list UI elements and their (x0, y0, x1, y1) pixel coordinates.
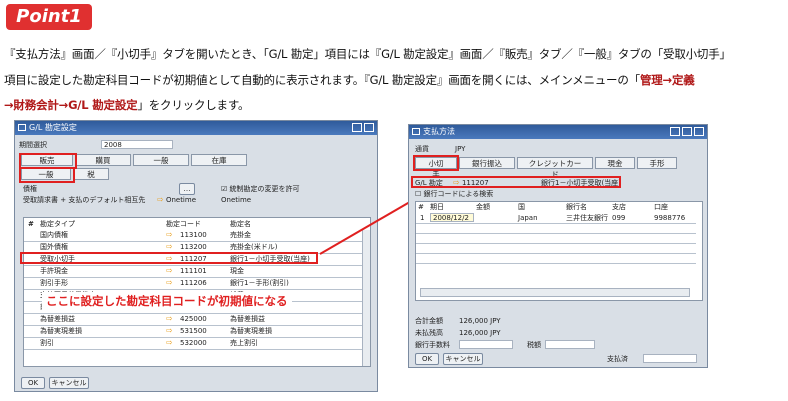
grid-divider (416, 223, 696, 224)
highlight-check-tab (413, 155, 459, 171)
ok-button[interactable]: OK (415, 353, 439, 365)
grid-cell-branch[interactable]: 099 (612, 214, 625, 222)
tab-bank-transfer[interactable]: 銀行振込 (459, 157, 515, 169)
paid-label: 支払済 (607, 355, 628, 363)
grid-cell-num: 1 (420, 214, 425, 222)
fee-field[interactable] (459, 340, 513, 349)
currency-label: 通貨 (415, 145, 429, 153)
tab-bill[interactable]: 手形 (637, 157, 677, 169)
grid-divider (416, 253, 696, 254)
due-label: 未払残高 (415, 329, 443, 337)
grid-cell-country[interactable]: Japan (518, 214, 538, 222)
currency-value: JPY (455, 145, 466, 153)
tab-credit-card[interactable]: クレジットカード (517, 157, 593, 179)
tab-cash[interactable]: 現金 (595, 157, 635, 169)
check-grid: # 期日 金額 国 銀行名 支店 口座 1 2008/12/2 Japan 三井… (415, 201, 703, 301)
grid-header-amount: 金額 (476, 203, 490, 211)
grid-divider (416, 233, 696, 234)
close-icon[interactable] (694, 127, 704, 136)
total-value: 126,000 JPY (459, 317, 501, 325)
grid-cell-date[interactable]: 2008/12/2 (430, 213, 474, 222)
grid-divider (416, 263, 696, 264)
grid-header-bank: 銀行名 (566, 203, 587, 211)
tax-label: 税額 (527, 341, 541, 349)
grid-header-country: 国 (518, 203, 525, 211)
bank-search-label: 銀行コードによる検索 (423, 190, 494, 198)
paid-field[interactable] (643, 354, 697, 363)
bank-search-checkbox[interactable]: ☐ 銀行コードによる検索 (415, 190, 493, 198)
grid-header-branch: 支店 (612, 203, 626, 211)
window-title: 支払方法 (423, 127, 455, 136)
minimize-icon[interactable] (670, 127, 680, 136)
grid-divider (416, 243, 696, 244)
due-value: 126,000 JPY (459, 329, 501, 337)
tax-field[interactable] (545, 340, 595, 349)
maximize-icon[interactable] (682, 127, 692, 136)
window-titlebar: 支払方法 (409, 125, 707, 139)
grid-header-date: 期日 (430, 203, 444, 211)
highlight-gl-field (411, 176, 621, 188)
fee-label: 銀行手数料 (415, 341, 450, 349)
grid-cell-account[interactable]: 9988776 (654, 214, 685, 222)
grid-header-account: 口座 (654, 203, 668, 211)
payment-method-window: 支払方法 通貨 JPY 小切手 銀行振込 クレジットカード 現金 手形 G/L … (408, 124, 708, 368)
total-label: 合計金額 (415, 317, 443, 325)
window-icon (412, 128, 420, 135)
cancel-button[interactable]: キャンセル (443, 353, 483, 365)
horizontal-scrollbar[interactable] (420, 288, 690, 297)
grid-cell-bank[interactable]: 三井住友銀行 (566, 214, 608, 222)
grid-header-num: # (418, 203, 424, 211)
